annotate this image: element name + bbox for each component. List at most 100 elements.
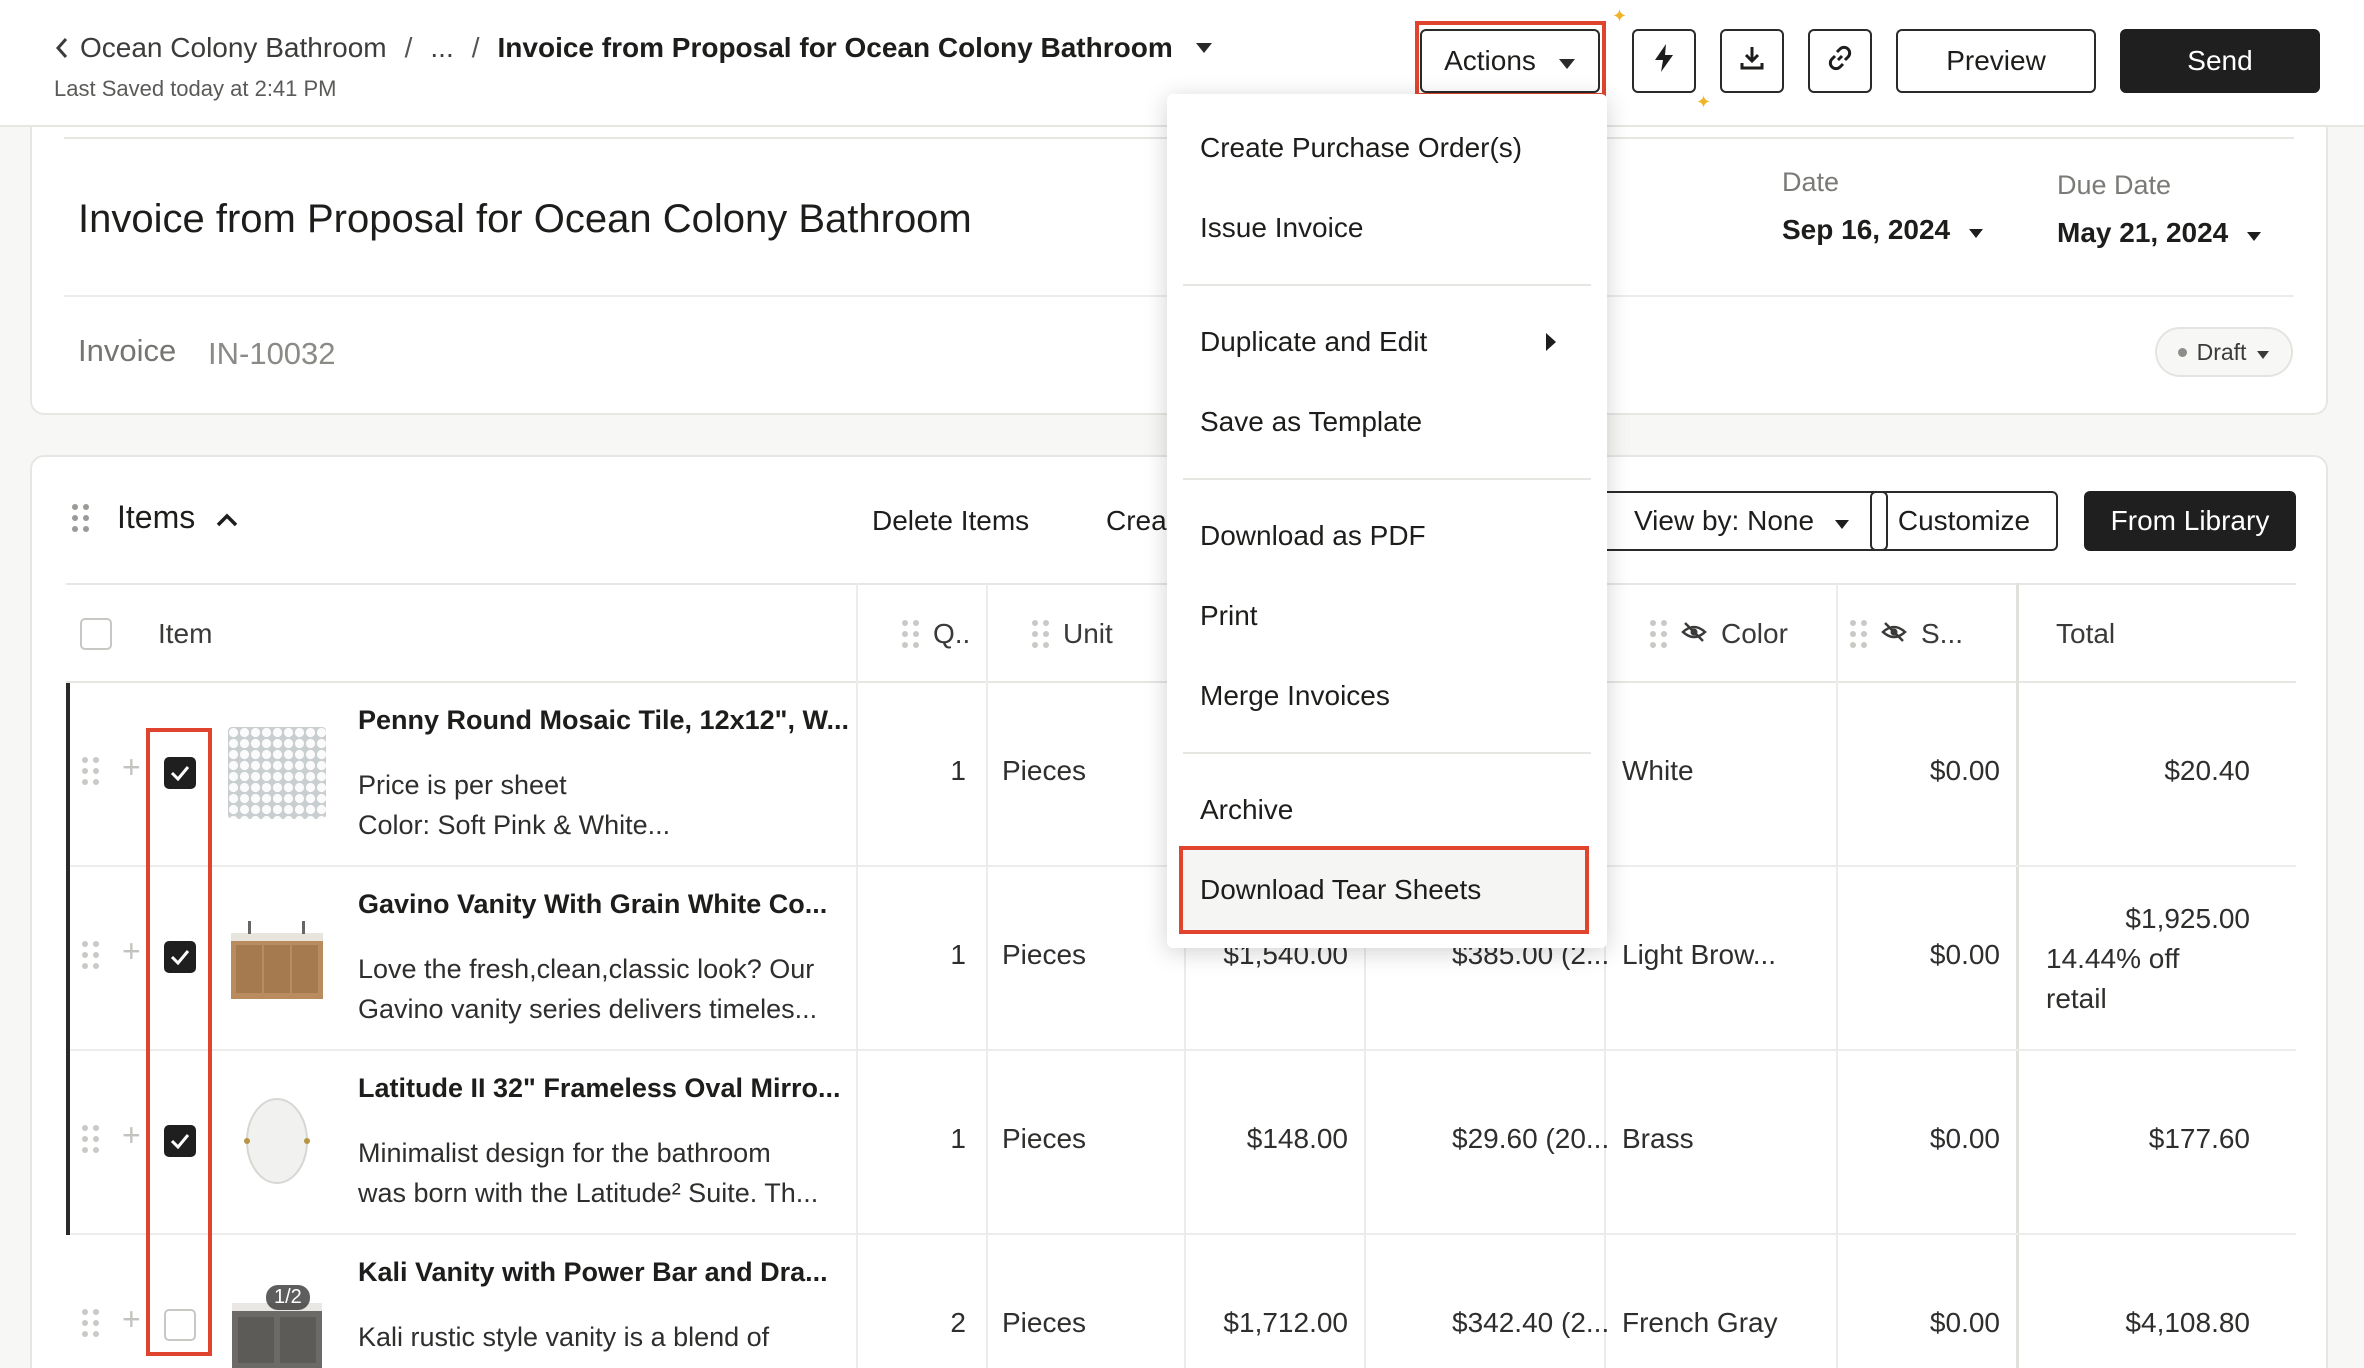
quantity-cell[interactable]: 1: [866, 1123, 966, 1155]
items-section-header[interactable]: Items: [72, 499, 239, 536]
table-row[interactable]: + Latitude II 32" Frameless Oval Mirro..…: [66, 1051, 2296, 1235]
eye-off-icon[interactable]: [1681, 618, 1707, 650]
caret-down-icon[interactable]: [1195, 42, 1213, 54]
item-description-line: Love the fresh,clean,classic look? Our: [358, 954, 815, 984]
add-row-icon[interactable]: +: [122, 749, 141, 786]
menu-divider: [1183, 284, 1591, 286]
invoice-number[interactable]: IN-10032: [208, 336, 336, 372]
from-library-button[interactable]: From Library: [2084, 491, 2296, 551]
cost-cell[interactable]: $148.00: [1196, 1123, 1348, 1155]
unit-cell[interactable]: Pieces: [1002, 755, 1086, 787]
markup-cell[interactable]: $342.40 (2...: [1452, 1307, 1609, 1339]
column-unit[interactable]: Unit: [1032, 585, 1113, 683]
color-cell[interactable]: Light Brow...: [1622, 939, 1776, 971]
delete-items-button[interactable]: Delete Items: [872, 505, 1029, 537]
customize-button[interactable]: Customize: [1870, 491, 2058, 551]
add-row-icon[interactable]: +: [122, 933, 141, 970]
status-dropdown[interactable]: Draft: [2155, 327, 2293, 377]
item-name[interactable]: Kali Vanity with Power Bar and Dra...: [358, 1257, 858, 1288]
download-icon: [1738, 44, 1766, 79]
menu-item-create-purchase-orders[interactable]: Create Purchase Order(s): [1200, 132, 1522, 164]
drag-handle-icon[interactable]: [902, 620, 919, 648]
menu-item-download-as-pdf[interactable]: Download as PDF: [1200, 520, 1426, 552]
drag-handle-icon[interactable]: [72, 503, 89, 532]
share-link-button[interactable]: [1808, 29, 1872, 93]
create-button[interactable]: Crea: [1106, 505, 1167, 537]
drag-handle-icon[interactable]: [1650, 620, 1667, 648]
menu-item-duplicate-and-edit[interactable]: Duplicate and Edit: [1200, 326, 1427, 358]
drag-handle-icon[interactable]: [82, 1309, 99, 1337]
s-cell[interactable]: $0.00: [1846, 1307, 2000, 1339]
menu-item-print[interactable]: Print: [1200, 600, 1258, 632]
item-thumbnail[interactable]: [228, 727, 326, 819]
item-description-line: Gavino vanity series delivers timeles...: [358, 994, 818, 1024]
column-quantity[interactable]: Q..: [902, 585, 970, 683]
preview-button[interactable]: Preview: [1896, 29, 2096, 93]
column-quantity-label: Q..: [933, 618, 971, 649]
item-description-line: Price is per sheet: [358, 770, 567, 800]
markup-cell[interactable]: $29.60 (20...: [1452, 1123, 1609, 1155]
item-thumbnail[interactable]: [228, 911, 326, 1003]
item-thumbnail[interactable]: 1/2: [228, 1279, 326, 1368]
column-s[interactable]: S...: [1850, 585, 1963, 683]
menu-item-download-tear-sheets[interactable]: Download Tear Sheets: [1200, 874, 1481, 906]
eye-off-icon[interactable]: [1881, 618, 1907, 650]
item-name[interactable]: Penny Round Mosaic Tile, 12x12", W...: [358, 705, 858, 736]
invoice-title[interactable]: Invoice from Proposal for Ocean Colony B…: [78, 197, 972, 242]
color-cell[interactable]: French Gray: [1622, 1307, 1778, 1339]
cost-cell[interactable]: $1,712.00: [1196, 1307, 1348, 1339]
quantity-cell[interactable]: 2: [866, 1307, 966, 1339]
color-cell[interactable]: White: [1622, 755, 1694, 787]
status-label: Draft: [2196, 338, 2247, 365]
actions-menu: Create Purchase Order(s) Issue Invoice D…: [1167, 94, 1607, 948]
column-unit-label: Unit: [1063, 618, 1113, 649]
unit-cell[interactable]: Pieces: [1002, 1307, 1086, 1339]
s-cell[interactable]: $0.00: [1846, 755, 2000, 787]
chevron-left-icon[interactable]: [54, 28, 80, 68]
link-icon: [1826, 44, 1854, 79]
item-description: Price is per sheet Color: Soft Pink & Wh…: [358, 765, 858, 845]
color-cell[interactable]: Brass: [1622, 1123, 1694, 1155]
breadcrumb-ellipsis[interactable]: ...: [430, 32, 453, 64]
download-button[interactable]: [1720, 29, 1784, 93]
items-title: Items: [117, 499, 196, 535]
automation-button[interactable]: [1632, 29, 1696, 93]
total-cell: $177.60: [2148, 1123, 2250, 1154]
add-row-icon[interactable]: +: [122, 1301, 141, 1338]
menu-item-merge-invoices[interactable]: Merge Invoices: [1200, 680, 1390, 712]
due-date-field[interactable]: Due Date May 21, 2024: [2057, 170, 2262, 249]
item-name[interactable]: Latitude II 32" Frameless Oval Mirro...: [358, 1073, 858, 1104]
view-by-dropdown[interactable]: View by: None: [1592, 491, 1888, 551]
item-name[interactable]: Gavino Vanity With Grain White Co...: [358, 889, 858, 920]
table-row[interactable]: + 1/2 Kali Vanity with Power Bar and Dra…: [66, 1235, 2296, 1368]
unit-cell[interactable]: Pieces: [1002, 939, 1086, 971]
last-saved-text: Last Saved today at 2:41 PM: [54, 76, 337, 101]
item-thumbnail[interactable]: [228, 1095, 326, 1187]
menu-item-issue-invoice[interactable]: Issue Invoice: [1200, 212, 1363, 244]
drag-handle-icon[interactable]: [82, 941, 99, 969]
caret-right-icon: [1545, 332, 1557, 357]
column-color[interactable]: Color: [1650, 585, 1788, 683]
chevron-up-icon[interactable]: [215, 499, 239, 536]
drag-handle-icon[interactable]: [1032, 620, 1049, 648]
menu-item-archive[interactable]: Archive: [1200, 794, 1293, 826]
column-item[interactable]: Item: [158, 585, 212, 683]
send-button[interactable]: Send: [2120, 29, 2320, 93]
quantity-cell[interactable]: 1: [866, 939, 966, 971]
drag-handle-icon[interactable]: [82, 757, 99, 785]
unit-cell[interactable]: Pieces: [1002, 1123, 1086, 1155]
column-total[interactable]: Total: [2056, 585, 2115, 683]
s-cell[interactable]: $0.00: [1846, 939, 2000, 971]
date-field[interactable]: Date Sep 16, 2024: [1782, 167, 1984, 246]
add-row-icon[interactable]: +: [122, 1117, 141, 1154]
select-all-checkbox[interactable]: [80, 585, 112, 683]
drag-handle-icon[interactable]: [1850, 620, 1867, 648]
caret-down-icon: [2246, 217, 2262, 249]
menu-item-save-as-template[interactable]: Save as Template: [1200, 406, 1422, 438]
actions-highlight-box: [1415, 21, 1606, 97]
quantity-cell[interactable]: 1: [866, 755, 966, 787]
breadcrumb-project[interactable]: Ocean Colony Bathroom: [80, 32, 387, 64]
column-s-label: S...: [1921, 618, 1964, 649]
drag-handle-icon[interactable]: [82, 1125, 99, 1153]
s-cell[interactable]: $0.00: [1846, 1123, 2000, 1155]
